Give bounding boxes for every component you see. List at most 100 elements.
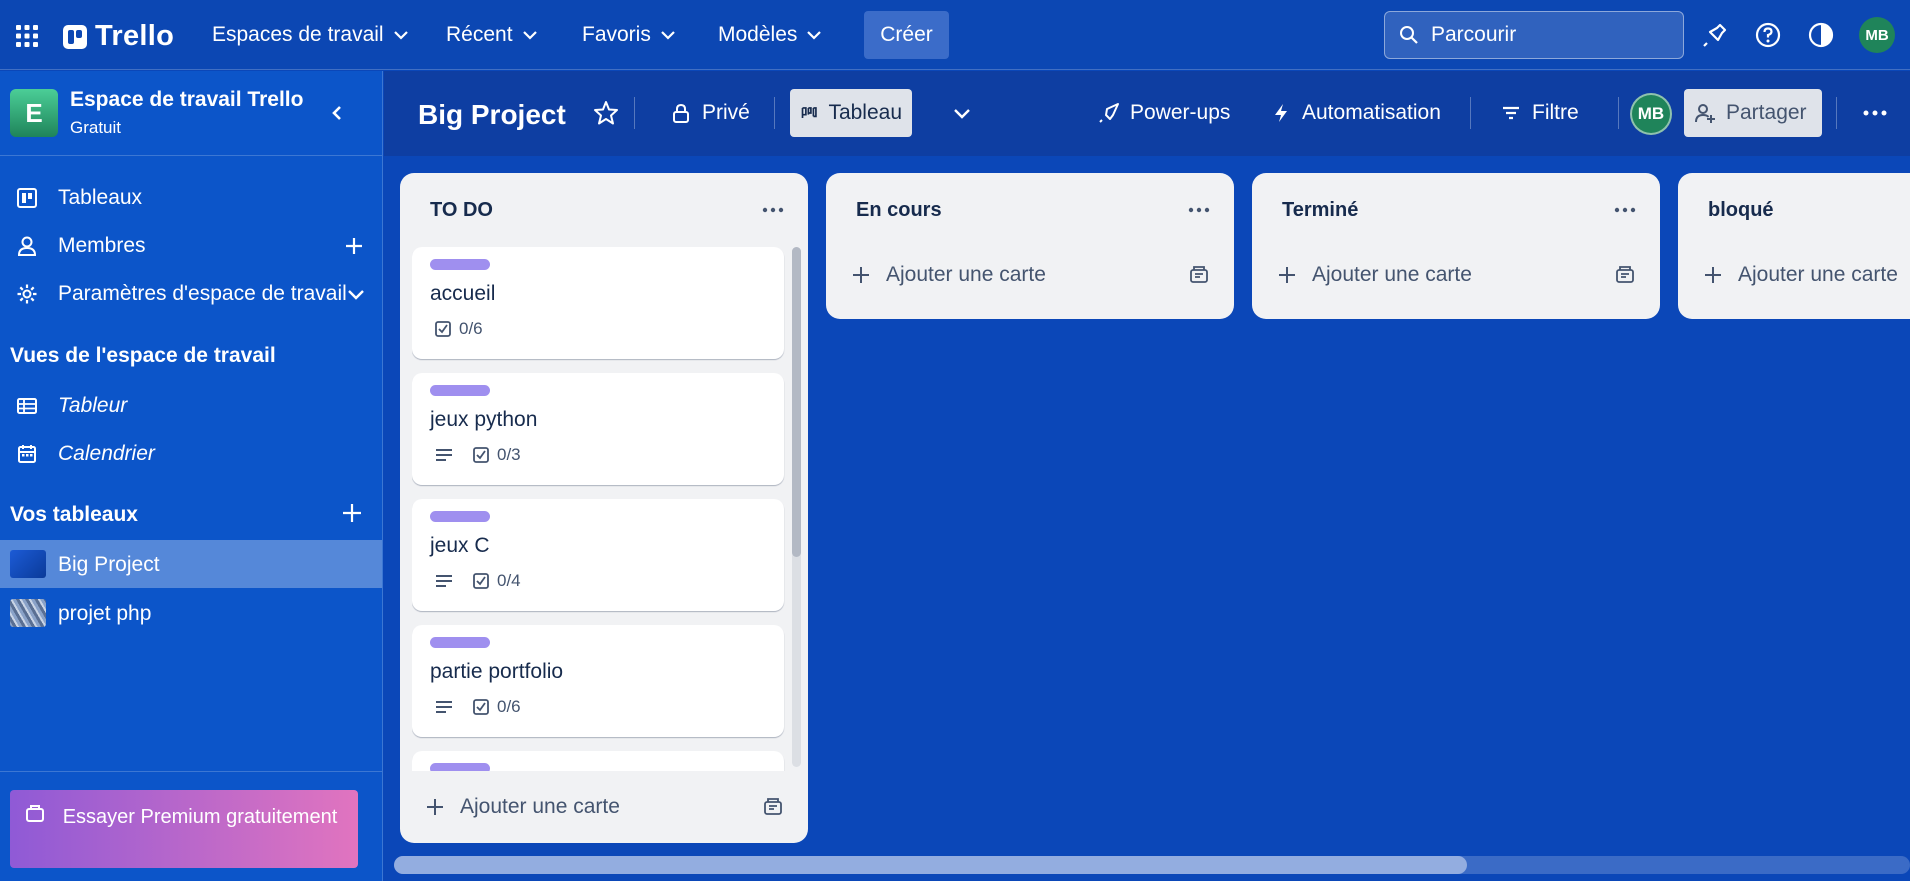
search-box[interactable] xyxy=(1384,11,1684,59)
add-card-label: Ajouter une carte xyxy=(1312,263,1472,286)
create-button[interactable]: Créer xyxy=(864,11,949,59)
automation-label: Automatisation xyxy=(1302,101,1441,124)
help-icon[interactable] xyxy=(1753,20,1783,50)
trello-logo[interactable]: Trello xyxy=(63,20,174,53)
checklist-icon xyxy=(473,699,489,715)
add-card-button[interactable]: Ajouter une carte xyxy=(1264,251,1648,299)
list-scrollbar[interactable] xyxy=(792,247,801,767)
premium-label: Essayer Premium gratuitement xyxy=(62,806,338,828)
board-view-icon xyxy=(801,107,817,119)
menu-favorites[interactable]: Favoris xyxy=(572,17,687,53)
card-label[interactable] xyxy=(430,637,490,648)
scrollbar-thumb[interactable] xyxy=(792,247,801,557)
checklist-icon xyxy=(473,573,489,589)
card-badges: 0/6 xyxy=(434,697,521,717)
plus-icon xyxy=(1705,267,1721,283)
user-avatar[interactable]: MB xyxy=(1859,17,1895,53)
filter-button[interactable]: Filtre xyxy=(1490,89,1589,137)
card-badges: 0/6 xyxy=(434,319,483,339)
app-switcher-icon[interactable] xyxy=(14,23,40,49)
views-dropdown-button[interactable] xyxy=(938,89,986,137)
sidebar-item-workspace-settings[interactable]: Paramètres d'espace de travail xyxy=(0,272,382,316)
sidebar-item-boards[interactable]: Tableaux xyxy=(0,176,382,220)
chevron-down-icon xyxy=(661,31,675,40)
checklist-count: 0/3 xyxy=(497,445,521,464)
card-label[interactable] xyxy=(430,511,490,522)
visibility-label: Privé xyxy=(702,101,750,124)
board-menu-button[interactable] xyxy=(1852,89,1898,137)
table-icon xyxy=(17,398,37,414)
card[interactable]: jeux C 0/4 xyxy=(412,499,784,611)
menu-templates[interactable]: Modèles xyxy=(708,17,833,53)
more-icon xyxy=(762,207,784,213)
theme-toggle-icon[interactable] xyxy=(1806,20,1836,50)
view-label: Tableau xyxy=(828,101,902,124)
sidebar-board-projet-php[interactable]: projet php xyxy=(0,589,382,637)
scrollbar-thumb[interactable] xyxy=(394,856,1467,874)
list-title[interactable]: TO DO xyxy=(430,199,493,222)
sidebar-item-members[interactable]: Membres xyxy=(0,224,382,268)
card[interactable]: partie portfolio 0/6 xyxy=(412,625,784,737)
card-template-icon[interactable] xyxy=(762,796,784,818)
try-premium-button[interactable]: Essayer Premium gratuitement xyxy=(10,790,358,868)
card-template-icon[interactable] xyxy=(1614,264,1636,286)
list-menu-button[interactable] xyxy=(758,195,788,225)
workspace-views-heading: Vues de l'espace de travail xyxy=(10,344,276,367)
card-label[interactable] xyxy=(430,259,490,270)
add-card-button[interactable]: Ajouter une carte xyxy=(1690,251,1910,299)
list-menu-button[interactable] xyxy=(1610,195,1640,225)
add-card-button[interactable]: Ajouter une carte xyxy=(838,251,1222,299)
card-badges: 0/3 xyxy=(434,445,521,465)
list-menu-button[interactable] xyxy=(1184,195,1214,225)
card-title: jeux C xyxy=(430,534,490,557)
board-icon xyxy=(17,188,37,208)
card-label[interactable] xyxy=(430,763,490,771)
list-title[interactable]: Terminé xyxy=(1282,199,1358,222)
sidebar-item-calendar-view[interactable]: Calendrier xyxy=(0,432,382,476)
sidebar-item-label: Calendrier xyxy=(58,442,155,465)
collapse-sidebar-button[interactable] xyxy=(320,97,356,129)
sidebar-board-big-project[interactable]: Big Project xyxy=(0,540,382,588)
board-horizontal-scrollbar[interactable] xyxy=(394,856,1910,874)
notifications-icon[interactable] xyxy=(1700,20,1730,50)
checklist-icon xyxy=(473,447,489,463)
card[interactable]: accueil 0/6 xyxy=(412,247,784,359)
menu-recent[interactable]: Récent xyxy=(436,17,549,53)
menu-workspaces[interactable]: Espaces de travail xyxy=(202,17,420,53)
share-button[interactable]: Partager xyxy=(1684,89,1822,137)
sidebar-item-table-view[interactable]: Tableur xyxy=(0,384,382,428)
more-icon xyxy=(1863,110,1887,116)
checklist-badge: 0/6 xyxy=(434,319,483,339)
description-icon xyxy=(436,449,452,461)
card-partial[interactable] xyxy=(412,751,784,771)
workspace-name[interactable]: Espace de travail Trello xyxy=(70,88,303,112)
premium-icon xyxy=(26,805,44,822)
board-title[interactable]: Big Project xyxy=(418,99,566,131)
more-icon xyxy=(1188,207,1210,213)
add-card-button[interactable]: Ajouter une carte xyxy=(412,783,796,831)
powerups-button[interactable]: Power-ups xyxy=(1088,89,1240,137)
add-card-label: Ajouter une carte xyxy=(460,795,620,818)
card-template-icon[interactable] xyxy=(1188,264,1210,286)
add-board-icon[interactable] xyxy=(338,499,366,527)
card[interactable]: jeux python 0/3 xyxy=(412,373,784,485)
card-label[interactable] xyxy=(430,385,490,396)
plus-icon[interactable] xyxy=(342,234,366,258)
gear-icon xyxy=(17,284,37,304)
board-member-avatar[interactable]: MB xyxy=(1630,93,1672,135)
automation-button[interactable]: Automatisation xyxy=(1260,89,1451,137)
chevron-down-icon xyxy=(393,31,408,40)
search-input[interactable] xyxy=(1429,22,1673,48)
calendar-icon xyxy=(18,445,36,463)
filter-icon xyxy=(1503,106,1519,120)
list-title[interactable]: En cours xyxy=(856,199,942,222)
powerups-label: Power-ups xyxy=(1130,101,1231,124)
list-title[interactable]: bloqué xyxy=(1708,199,1774,222)
board-name: Big Project xyxy=(58,553,160,576)
star-icon[interactable] xyxy=(592,99,620,127)
checklist-badge: 0/4 xyxy=(472,571,521,591)
filter-label: Filtre xyxy=(1532,101,1579,124)
board-view-button[interactable]: Tableau xyxy=(790,89,912,137)
card-badges: 0/4 xyxy=(434,571,521,591)
visibility-button[interactable]: Privé xyxy=(660,89,760,137)
